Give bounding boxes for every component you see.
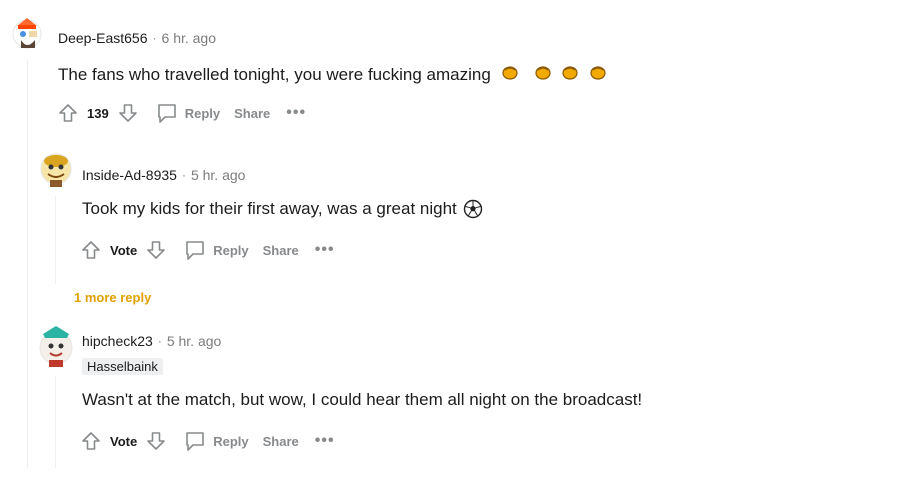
- meta-separator: ·: [157, 334, 162, 348]
- more-options-button[interactable]: •••: [315, 242, 335, 258]
- user-avatar[interactable]: [38, 148, 74, 190]
- comment-bubble-icon: [186, 241, 205, 260]
- more-replies-link[interactable]: 1 more reply: [74, 290, 151, 305]
- comment-actions: Vote Reply Share •••: [78, 428, 335, 454]
- clapping-hands-icon: [590, 66, 606, 80]
- reply-label: Reply: [213, 433, 249, 449]
- comment-bubble-icon: [186, 432, 205, 451]
- comment-author[interactable]: hipcheck23: [82, 333, 153, 349]
- share-button[interactable]: Share: [263, 434, 299, 449]
- comment-meta: hipcheck23 · 5 hr. ago: [82, 333, 221, 349]
- comment-bubble-icon: [157, 104, 176, 123]
- more-options-button[interactable]: •••: [315, 433, 335, 449]
- comment-actions: 139 Reply Share •••: [55, 100, 306, 126]
- comment-body: Took my kids for their first away, was a…: [82, 199, 483, 219]
- reply-label: Reply: [184, 105, 221, 121]
- thread-line-root[interactable]: [27, 60, 28, 468]
- comment-actions: Vote Reply Share •••: [78, 237, 335, 263]
- share-button[interactable]: Share: [263, 243, 299, 258]
- meta-separator: ·: [181, 168, 186, 182]
- thread-line-reply-2[interactable]: [55, 376, 56, 468]
- comment-text: Took my kids for their first away, was a…: [82, 199, 457, 218]
- reply-button[interactable]: Reply: [183, 429, 249, 453]
- comment-author[interactable]: Deep-East656: [58, 30, 148, 46]
- emoji-group: [497, 62, 608, 87]
- comment-body: Wasn't at the match, but wow, I could he…: [82, 390, 642, 410]
- comment-meta: Deep-East656 · 6 hr. ago: [58, 30, 216, 46]
- comment-author[interactable]: Inside-Ad-8935: [82, 167, 177, 183]
- upvote-icon[interactable]: [78, 428, 104, 454]
- comment-timestamp[interactable]: 5 hr. ago: [191, 167, 246, 183]
- reply-label: Reply: [213, 242, 249, 258]
- clapping-hands-icon: [502, 66, 518, 80]
- downvote-icon[interactable]: [115, 100, 141, 126]
- meta-separator: ·: [152, 31, 157, 45]
- clapping-hands-icon: [562, 66, 578, 80]
- comment-timestamp[interactable]: 6 hr. ago: [162, 30, 217, 46]
- comment-text: Wasn't at the match, but wow, I could he…: [82, 390, 643, 409]
- comment-body: The fans who travelled tonight, you were…: [58, 62, 608, 87]
- share-button[interactable]: Share: [234, 106, 270, 121]
- downvote-icon[interactable]: [143, 237, 169, 263]
- user-avatar[interactable]: [37, 322, 75, 370]
- downvote-icon[interactable]: [143, 428, 169, 454]
- comment-text: The fans who travelled tonight, you were…: [58, 64, 491, 84]
- vote-label: Vote: [110, 242, 138, 258]
- comment-meta: Inside-Ad-8935 · 5 hr. ago: [82, 167, 245, 183]
- reply-button[interactable]: Reply: [183, 238, 249, 262]
- thread-line-reply[interactable]: [55, 196, 56, 284]
- user-avatar[interactable]: [9, 14, 45, 54]
- user-flair: Hasselbaink: [82, 358, 163, 375]
- reply-button[interactable]: Reply: [155, 101, 220, 125]
- more-options-button[interactable]: •••: [286, 105, 306, 121]
- soccer-ball-icon: [463, 199, 482, 219]
- vote-score: 139: [87, 105, 109, 121]
- comment-timestamp[interactable]: 5 hr. ago: [167, 333, 222, 349]
- clapping-hands-icon: [534, 66, 551, 80]
- upvote-icon[interactable]: [55, 100, 81, 126]
- upvote-icon[interactable]: [78, 237, 104, 263]
- vote-label: Vote: [110, 433, 138, 449]
